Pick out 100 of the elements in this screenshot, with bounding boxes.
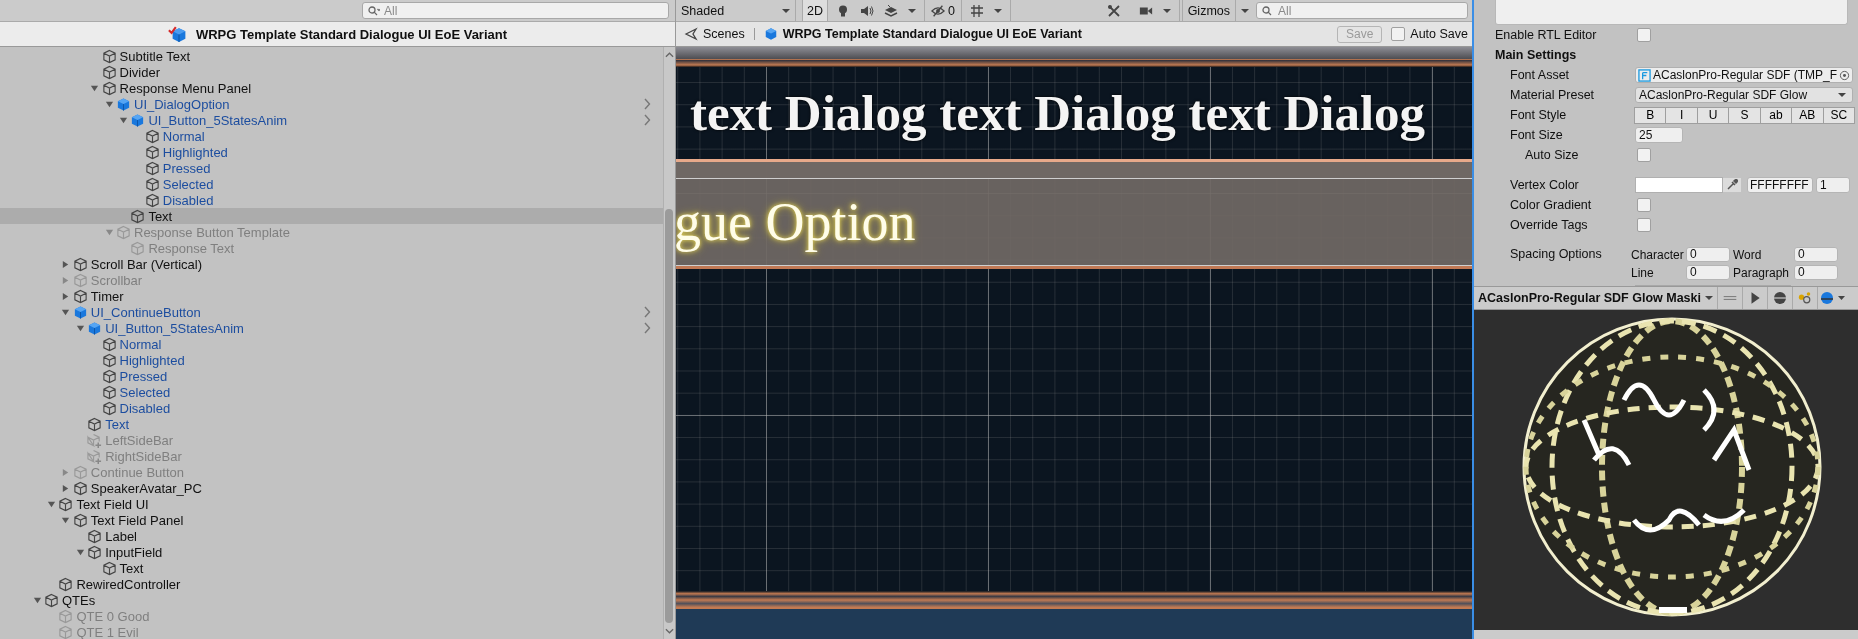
tools-icon[interactable]: [1106, 3, 1121, 18]
checkbox[interactable]: [1637, 218, 1651, 232]
dropdown-arrow-icon[interactable]: [1241, 7, 1249, 14]
hierarchy-item[interactable]: Label: [0, 528, 663, 544]
chevron-right-icon[interactable]: [643, 114, 651, 126]
cube-icon: [116, 96, 131, 112]
scenes-link[interactable]: Scenes: [703, 27, 745, 41]
shading-dropdown[interactable]: Shaded: [676, 0, 796, 21]
prefab-breadcrumb[interactable]: WRPG Template Standard Dialogue UI EoE Variant: [782, 27, 1082, 41]
field-label: Color Gradient: [1509, 198, 1593, 212]
object-field[interactable]: ACaslonPro-Regular SDF (TMP_F: [1635, 67, 1853, 83]
cube-icon: [72, 288, 88, 304]
hierarchy-item[interactable]: InputField: [0, 544, 663, 560]
dropdown-arrow-icon: [1705, 295, 1713, 301]
expanded-arrow-icon[interactable]: [32, 595, 42, 605]
hierarchy-item[interactable]: Subtitle Text: [0, 48, 663, 64]
field-label: Vertex Color: [1509, 178, 1580, 192]
hierarchy-item[interactable]: UI_Button_5StatesAnim: [0, 112, 663, 128]
spacing-label: Word: [1733, 247, 1763, 262]
hierarchy-item[interactable]: Response Menu Panel: [0, 80, 663, 96]
hierarchy-item[interactable]: Divider: [0, 64, 663, 80]
material-dropdown[interactable]: ACaslonPro-Regular SDF Glow: [1635, 87, 1853, 103]
cube-icon: [101, 400, 117, 416]
spacing-field[interactable]: 0: [1686, 247, 1730, 262]
layers-icon[interactable]: [884, 3, 898, 18]
font-style-toggle[interactable]: I: [1665, 106, 1698, 124]
checkbox[interactable]: [1637, 28, 1651, 42]
2d-toggle[interactable]: 2D: [802, 0, 828, 21]
object-picker-icon[interactable]: [1839, 69, 1851, 81]
eyedropper-icon[interactable]: [1723, 178, 1741, 192]
spacing-field[interactable]: 0: [1794, 247, 1838, 262]
checkbox[interactable]: [1637, 198, 1651, 212]
lightbulb-icon[interactable]: [836, 3, 850, 18]
hierarchy-item[interactable]: Text Field UI: [0, 496, 663, 512]
cube-icon: [44, 592, 59, 608]
cube-icon: [116, 224, 131, 240]
hierarchy-item[interactable]: UI_DialogOption: [0, 96, 663, 112]
chevron-right-icon[interactable]: [643, 306, 651, 318]
hierarchy-item[interactable]: Normal: [0, 128, 663, 144]
hidden-objects-toggle[interactable]: 0: [925, 0, 962, 21]
hidden-eye-icon: [931, 3, 945, 18]
font-style-toggle[interactable]: B: [1634, 106, 1667, 124]
hierarchy-item[interactable]: Timer: [0, 288, 663, 304]
cube-icon: [144, 128, 160, 144]
hierarchy-item[interactable]: Text: [0, 416, 663, 432]
hierarchy-item[interactable]: Selected: [0, 384, 663, 400]
font-asset-icon: [1638, 68, 1651, 82]
expanded-arrow-icon[interactable]: [75, 547, 85, 557]
hierarchy-item[interactable]: Normal: [0, 336, 663, 352]
hierarchy-item[interactable]: UI_Button_5StatesAnim: [0, 320, 663, 336]
scrollbar[interactable]: [663, 47, 675, 639]
speaker-icon[interactable]: [860, 3, 874, 18]
scroll-up-icon[interactable]: [665, 51, 674, 59]
checkbox[interactable]: [1637, 148, 1651, 162]
alpha-field[interactable]: 1: [1816, 177, 1850, 193]
chevron-right-icon[interactable]: [643, 98, 651, 110]
font-style-toggle[interactable]: S: [1728, 106, 1761, 124]
hierarchy-item[interactable]: UI_ContinueButton: [0, 304, 663, 320]
cube-icon: [87, 544, 103, 560]
hierarchy-item[interactable]: Text: [0, 560, 663, 576]
font-size-field[interactable]: 25: [1635, 127, 1683, 143]
cube-icon: [101, 80, 117, 96]
grid-icon[interactable]: [969, 3, 984, 18]
spacing-field[interactable]: 0: [1794, 265, 1838, 280]
hierarchy-item[interactable]: Text Field Panel: [0, 512, 663, 528]
cube-icon: [101, 336, 117, 352]
auto-save-checkbox[interactable]: [1391, 27, 1406, 41]
hierarchy-item[interactable]: Selected: [0, 176, 663, 192]
cube-icon: [144, 176, 160, 192]
dropdown-arrow-icon[interactable]: [993, 7, 1002, 14]
hierarchy-item[interactable]: Disabled: [0, 192, 663, 208]
hierarchy-item[interactable]: Highlighted: [0, 352, 663, 368]
dropdown-arrow-icon[interactable]: [908, 7, 916, 14]
cube-icon: [87, 416, 103, 432]
hierarchy-item[interactable]: Text: [0, 208, 663, 224]
scroll-down-icon[interactable]: [665, 627, 674, 635]
hierarchy-item[interactable]: Disabled: [0, 400, 663, 416]
cube-icon: [72, 512, 88, 528]
hierarchy-item[interactable]: Highlighted: [0, 144, 663, 160]
hierarchy-item[interactable]: Pressed: [0, 160, 663, 176]
hex-field[interactable]: FFFFFFFF: [1747, 177, 1813, 193]
chevron-right-icon[interactable]: [643, 322, 651, 334]
dropdown-arrow-icon[interactable]: [1162, 7, 1171, 14]
hierarchy-item[interactable]: Pressed: [0, 368, 663, 384]
hierarchy-item[interactable]: RewiredController: [0, 576, 663, 592]
spacing-field[interactable]: 0: [1686, 265, 1730, 280]
cube-icon: [130, 112, 146, 128]
font-style-toggle[interactable]: AB: [1791, 106, 1824, 124]
hierarchy-item[interactable]: QTEs: [0, 592, 663, 608]
cube-icon: [72, 480, 88, 496]
hierarchy-item[interactable]: Scroll Bar (Vertical): [0, 256, 663, 272]
dialog-text: text Dialog text Dialog text Dialog: [690, 84, 1426, 142]
font-style-toggle[interactable]: SC: [1822, 106, 1855, 124]
color-swatch[interactable]: [1635, 177, 1723, 193]
cube-icon: [130, 240, 146, 256]
spacing-label: Character: [1631, 247, 1683, 262]
auto-save-label: Auto Save: [1410, 27, 1468, 41]
gizmos-button[interactable]: Gizmos: [1181, 0, 1236, 21]
hierarchy-item[interactable]: SpeakerAvatar_PC: [0, 480, 663, 496]
cube-icon: [763, 27, 778, 41]
